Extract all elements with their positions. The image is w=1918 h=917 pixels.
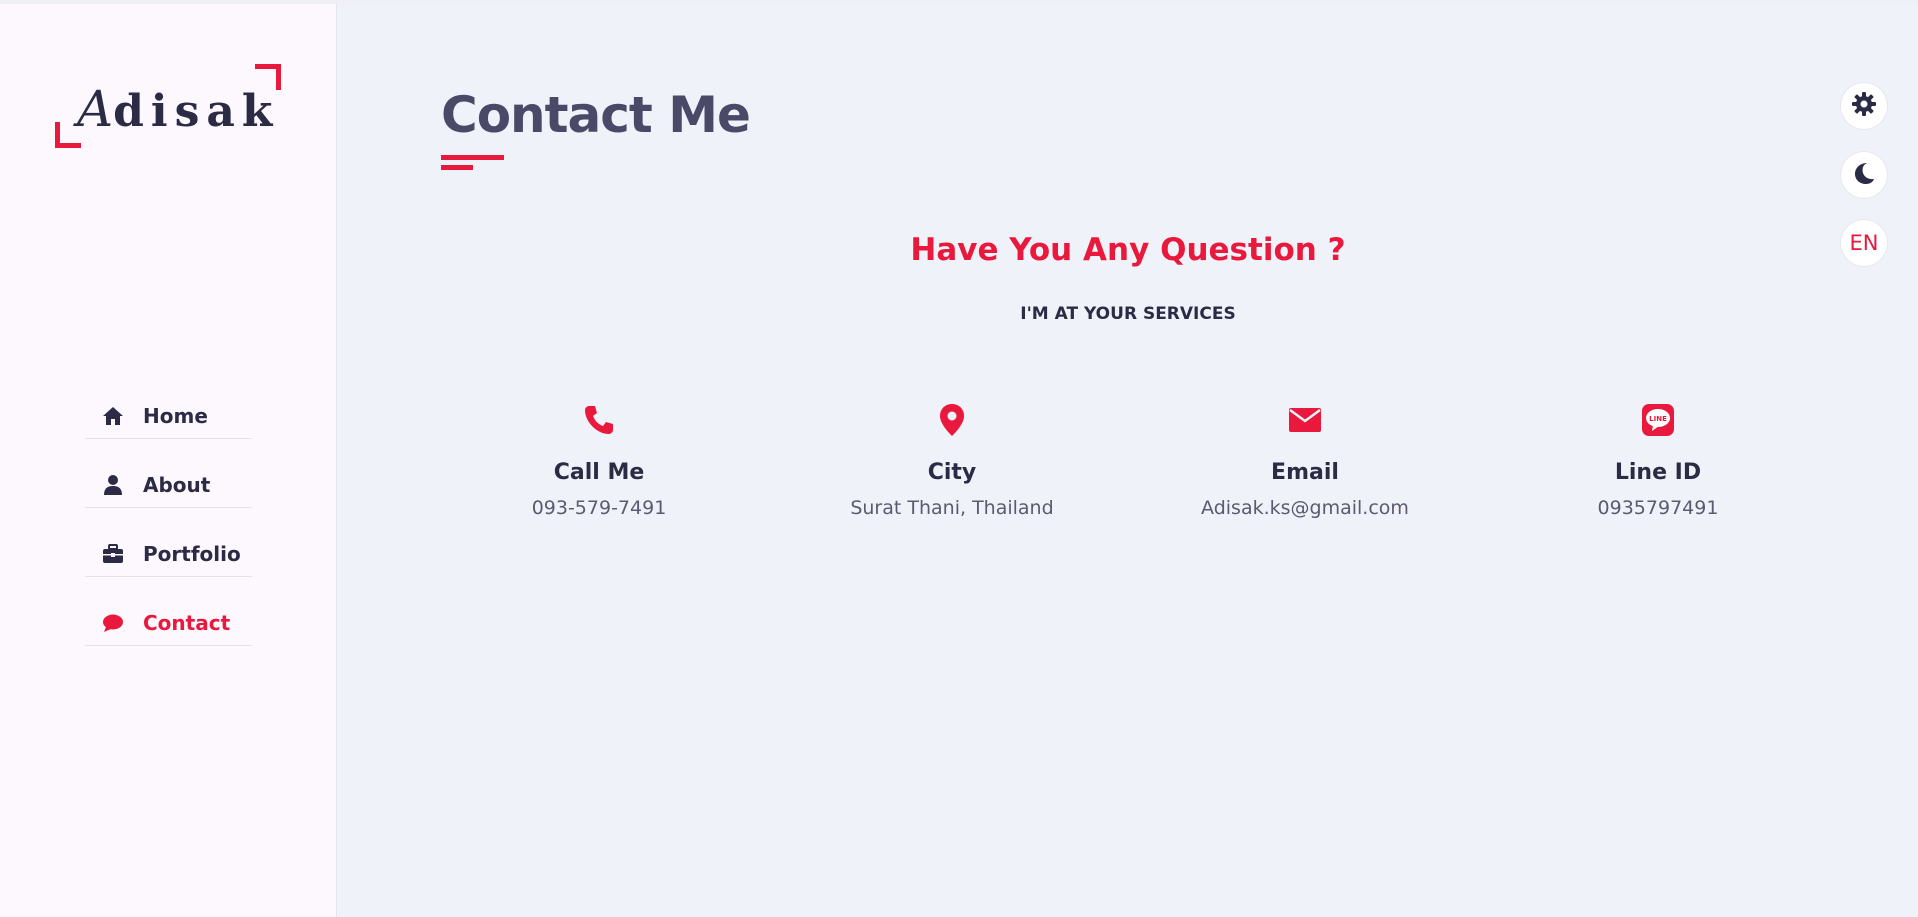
page-title: Contact Me: [441, 86, 751, 144]
sidebar-item-label: Home: [143, 404, 208, 428]
sidebar-item-about[interactable]: About: [85, 463, 252, 508]
contact-card-value[interactable]: Adisak.ks@gmail.com: [1165, 497, 1445, 519]
settings-button[interactable]: [1840, 82, 1888, 130]
svg-text:LINE: LINE: [1649, 415, 1667, 423]
briefcase-icon: [101, 542, 125, 566]
logo-text: Adisak: [77, 80, 280, 138]
contact-card-title: Line ID: [1614, 460, 1702, 485]
contact-card-title: City: [927, 460, 977, 485]
sidebar: Adisak Home About Portfolio Contact: [0, 4, 337, 917]
line-icon: LINE: [1518, 402, 1798, 438]
sidebar-nav: Home About Portfolio Contact: [85, 394, 252, 670]
moon-icon: [1852, 161, 1876, 189]
contact-card-phone: Call Me 093-579-7491: [459, 402, 739, 519]
contact-card-value[interactable]: 093-579-7491: [459, 497, 739, 519]
home-icon: [101, 404, 125, 428]
location-pin-icon: [812, 402, 1092, 438]
chat-icon: [101, 611, 125, 635]
theme-toggle-button[interactable]: [1840, 151, 1888, 199]
logo[interactable]: Adisak: [55, 60, 281, 156]
envelope-icon: [1165, 402, 1445, 438]
contact-card-value: Surat Thani, Thailand: [850, 497, 1054, 519]
phone-icon: [459, 402, 739, 438]
question-heading: Have You Any Question ?: [910, 232, 1346, 268]
contact-card-title: Email: [1271, 460, 1339, 485]
sidebar-item-home[interactable]: Home: [85, 394, 252, 439]
contact-card-city: City Surat Thani, Thailand: [812, 402, 1092, 519]
language-label: EN: [1849, 231, 1879, 255]
services-subheading: I'M AT YOUR SERVICES: [1020, 304, 1236, 324]
contact-card-line: LINE Line ID 0935797491: [1518, 402, 1798, 519]
sidebar-item-label: About: [143, 473, 211, 497]
sidebar-item-portfolio[interactable]: Portfolio: [85, 532, 252, 577]
user-icon: [101, 473, 125, 497]
contact-card-email: Email Adisak.ks@gmail.com: [1165, 402, 1445, 519]
language-button[interactable]: EN: [1840, 219, 1888, 267]
contact-card-value: 0935797491: [1597, 497, 1719, 519]
sidebar-item-label: Contact: [143, 611, 231, 635]
gear-icon: [1851, 91, 1877, 121]
contact-card-title: Call Me: [553, 460, 645, 485]
sidebar-item-label: Portfolio: [143, 542, 241, 566]
sidebar-item-contact[interactable]: Contact: [85, 601, 252, 646]
title-underline-short: [441, 165, 473, 170]
title-underline: [441, 155, 504, 160]
